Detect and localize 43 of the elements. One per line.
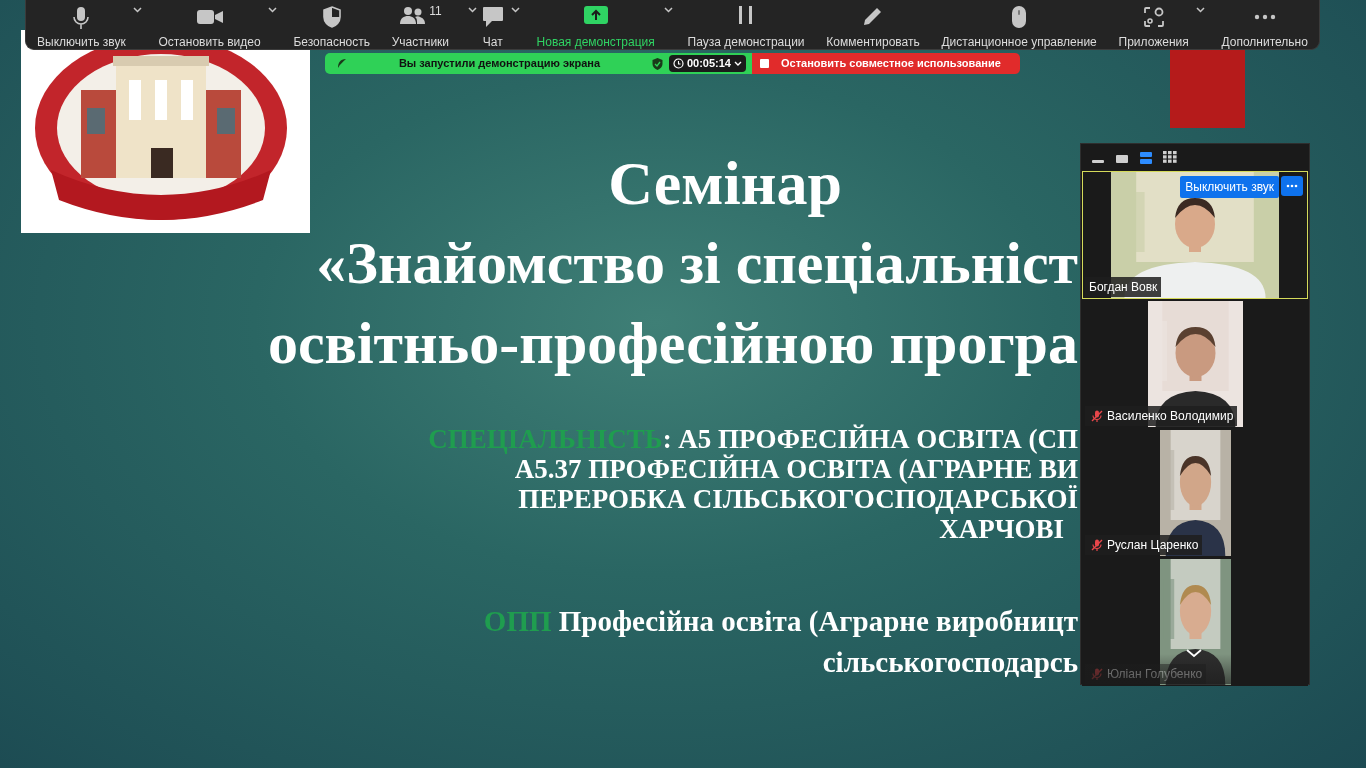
status-text: Вы запустили демонстрацию экрана xyxy=(397,56,602,72)
toolbar-button[interactable]: Безопасность xyxy=(290,0,373,49)
microphone-icon xyxy=(73,6,90,30)
slide-title: Семінар xyxy=(608,148,843,219)
shield-icon xyxy=(321,6,342,28)
caret-icon xyxy=(734,60,742,67)
toolbar-button[interactable]: Пауза демонстрации xyxy=(684,0,808,49)
program-line: ОПП Професійна освіта (Аграрне виробницт xyxy=(483,604,1078,639)
clock-icon xyxy=(672,58,684,69)
leaf-icon xyxy=(337,58,347,69)
scroll-down-icon[interactable] xyxy=(1186,649,1202,658)
specialty-line: ХАРЧОВІ xyxy=(939,515,1065,545)
slide-heading: освітньо-професійною програ xyxy=(267,309,1078,378)
share-screen-icon xyxy=(583,6,608,24)
toolbar-button[interactable]: Приложения xyxy=(1115,0,1203,49)
gallery-view-icon[interactable] xyxy=(1163,151,1177,164)
chat-icon xyxy=(481,6,504,28)
mute-button[interactable]: Выключить звук xyxy=(1180,176,1279,198)
timer-dropdown[interactable]: 00:05:14 xyxy=(668,55,746,72)
slide-heading: «Знайомство зі спеціальніст xyxy=(316,229,1078,298)
toolbar-button[interactable]: Остановить видео xyxy=(155,0,275,49)
more-icon[interactable] xyxy=(1281,176,1303,196)
toolbar-button[interactable]: Чат xyxy=(478,0,518,49)
pencil-icon xyxy=(863,6,883,26)
strip-view-icon[interactable] xyxy=(1139,151,1153,164)
toolbar-button[interactable]: Новая демонстрация xyxy=(533,0,669,49)
program-line: сільськогосподарсь xyxy=(822,645,1078,680)
stop-icon xyxy=(760,59,769,68)
toolbar-button[interactable]: 11 Участники xyxy=(388,0,464,49)
toolbar-button[interactable]: Комментировать xyxy=(823,0,923,49)
pause-icon xyxy=(738,6,755,24)
toolbar-button[interactable]: Выключить звук xyxy=(34,0,140,49)
people-icon xyxy=(399,6,426,24)
toolbar-button[interactable]: Дистанционное управление xyxy=(938,0,1100,49)
shield-icon xyxy=(651,57,663,70)
toolbar-button[interactable]: Дополнительно xyxy=(1218,0,1311,49)
mouse-icon xyxy=(1012,6,1027,28)
specialty-line: ПЕРЕРОБКА СІЛЬСЬКОГОСПОДАРСЬКОЇ xyxy=(518,485,1078,515)
stop-share-button[interactable]: Остановить совместное использование xyxy=(752,53,1020,74)
specialty-line: А5.37 ПРОФЕСІЙНА ОСВІТА (АГРАРНЕ ВИ xyxy=(514,455,1078,485)
more-icon xyxy=(1253,14,1276,20)
apps-icon xyxy=(1142,6,1165,28)
camera-icon xyxy=(196,9,223,25)
